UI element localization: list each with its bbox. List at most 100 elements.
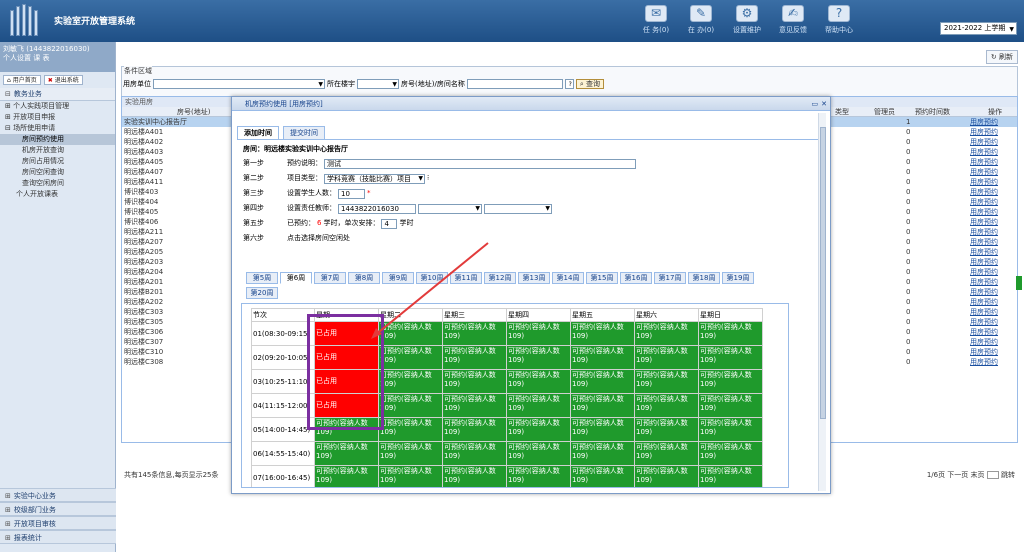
- week-tab[interactable]: 第20周: [246, 287, 278, 299]
- slot-available[interactable]: 可预约(容纳人数109): [634, 369, 699, 394]
- menu-section-dept[interactable]: ⊞ 校级部门业务: [0, 502, 116, 516]
- slot-available[interactable]: 可预约(容纳人数109): [570, 441, 635, 466]
- nav-task[interactable]: ✉ 任 务(0): [631, 5, 681, 35]
- tab-add-time[interactable]: 添加时间: [237, 126, 279, 139]
- sidebar-item-venue[interactable]: ⊟ 场所使用申请: [0, 123, 115, 134]
- teacher-input[interactable]: 1443822016030: [338, 203, 416, 214]
- sidebar-sub-lab-open[interactable]: 机房开放查询: [0, 145, 115, 156]
- home-button[interactable]: ⌂ 用户首页: [3, 75, 41, 85]
- page-input[interactable]: [986, 471, 999, 479]
- slot-available[interactable]: 可预约(容纳人数109): [634, 321, 699, 346]
- week-tab[interactable]: 第14周: [552, 272, 584, 284]
- slot-available[interactable]: 可预约(容纳人数109): [570, 321, 635, 346]
- nav-help[interactable]: ? 帮助中心: [814, 5, 864, 35]
- sidebar-sub-find-free[interactable]: 查询空闲房间: [0, 178, 115, 189]
- unit-select[interactable]: ▼: [153, 79, 325, 89]
- slot-available[interactable]: 可预约(容纳人数109): [378, 369, 443, 394]
- book-link[interactable]: 用房预约: [970, 137, 998, 147]
- slot-available[interactable]: 可预约(容纳人数109): [570, 369, 635, 394]
- book-link[interactable]: 用房预约: [970, 127, 998, 137]
- minimize-icon[interactable]: ▭: [812, 97, 819, 111]
- sidebar-sub-room-free[interactable]: 房间空闲查询: [0, 167, 115, 178]
- nav-settings[interactable]: ⚙ 设置维护: [722, 5, 772, 35]
- book-link[interactable]: 用房预约: [970, 337, 998, 347]
- help-icon[interactable]: ?: [564, 79, 574, 89]
- slot-available[interactable]: 可预约(容纳人数109): [698, 345, 763, 370]
- teacher-select-1[interactable]: ▼: [418, 203, 482, 214]
- book-link[interactable]: 用房预约: [970, 287, 998, 297]
- jump-link[interactable]: 跳转: [1001, 471, 1015, 479]
- nav-pending[interactable]: ✎ 在 办(0): [676, 5, 726, 35]
- refresh-button[interactable]: ↻ 刷新: [985, 50, 1018, 64]
- slot-available[interactable]: 可预约(容纳人数109): [378, 345, 443, 370]
- book-link[interactable]: 用房预约: [970, 217, 998, 227]
- building-select[interactable]: ▼: [357, 79, 399, 89]
- close-icon[interactable]: ✕: [821, 97, 827, 111]
- slot-available[interactable]: 可预约(容纳人数109): [506, 441, 571, 466]
- week-tab[interactable]: 第15周: [586, 272, 618, 284]
- book-link[interactable]: 用房预约: [970, 187, 998, 197]
- slot-available[interactable]: 可预约(容纳人数109): [634, 465, 699, 487]
- week-tab[interactable]: 第10周: [416, 272, 448, 284]
- book-link[interactable]: 用房预约: [970, 197, 998, 207]
- slot-available[interactable]: 可预约(容纳人数109): [698, 441, 763, 466]
- book-link[interactable]: 用房预约: [970, 147, 998, 157]
- book-link[interactable]: 用房预约: [970, 267, 998, 277]
- slot-available[interactable]: 可预约(容纳人数109): [506, 417, 571, 442]
- week-tab[interactable]: 第12周: [484, 272, 516, 284]
- user-links[interactable]: 个人设置 课 表: [3, 54, 112, 63]
- logout-button[interactable]: ✖ 退出系统: [43, 75, 83, 85]
- student-count-input[interactable]: 10: [338, 188, 365, 199]
- week-tab[interactable]: 第18周: [688, 272, 720, 284]
- tab-submit-time[interactable]: 提交时间: [283, 126, 325, 139]
- slot-available[interactable]: 可预约(容纳人数109): [442, 321, 507, 346]
- book-link[interactable]: 用房预约: [970, 327, 998, 337]
- col-admin[interactable]: 管理员: [874, 107, 895, 117]
- col-count[interactable]: 预约时间数: [915, 107, 950, 117]
- week-tab[interactable]: 第17周: [654, 272, 686, 284]
- slot-available[interactable]: 可预约(容纳人数109): [314, 465, 379, 487]
- slot-available[interactable]: 可预约(容纳人数109): [634, 345, 699, 370]
- week-tab[interactable]: 第13周: [518, 272, 550, 284]
- book-link[interactable]: 用房预约: [970, 207, 998, 217]
- slot-available[interactable]: 可预约(容纳人数109): [506, 369, 571, 394]
- sidebar-sub-room-usage[interactable]: 房间占用情况: [0, 156, 115, 167]
- nav-feedback[interactable]: ✍ 意见反馈: [768, 5, 818, 35]
- week-tab[interactable]: 第16周: [620, 272, 652, 284]
- teacher-select-2[interactable]: ▼: [484, 203, 552, 214]
- slot-available[interactable]: 可预约(容纳人数109): [378, 441, 443, 466]
- sidebar-item-practice[interactable]: ⊞ 个人实践项目管理: [0, 101, 115, 112]
- book-link[interactable]: 用房预约: [970, 117, 998, 127]
- week-tab[interactable]: 第5周: [246, 272, 278, 284]
- book-link[interactable]: 用房预约: [970, 247, 998, 257]
- slot-available[interactable]: 可预约(容纳人数109): [378, 321, 443, 346]
- slot-available[interactable]: 可预约(容纳人数109): [506, 393, 571, 418]
- book-link[interactable]: 用房预约: [970, 227, 998, 237]
- purpose-input[interactable]: 测试: [324, 158, 636, 169]
- menu-section-report[interactable]: ⊞ 报表统计: [0, 530, 116, 544]
- slot-available[interactable]: 可预约(容纳人数109): [634, 441, 699, 466]
- slot-available[interactable]: 可预约(容纳人数109): [442, 369, 507, 394]
- slot-available[interactable]: 可预约(容纳人数109): [698, 393, 763, 418]
- week-tab[interactable]: 第6周: [280, 272, 312, 284]
- project-type-select[interactable]: 学科竞赛（技能比赛）项目 ▼: [324, 173, 425, 184]
- book-link[interactable]: 用房预约: [970, 317, 998, 327]
- slot-available[interactable]: 可预约(容纳人数109): [378, 465, 443, 487]
- scrollbar-thumb[interactable]: [820, 127, 826, 419]
- slot-available[interactable]: 可预约(容纳人数109): [442, 417, 507, 442]
- sidebar-item-schedule[interactable]: 个人开放课表: [0, 189, 115, 200]
- col-op[interactable]: 操作: [988, 107, 1002, 117]
- slot-available[interactable]: 可预约(容纳人数109): [698, 369, 763, 394]
- sidebar-sub-room-booking[interactable]: 房间预约使用: [0, 134, 115, 145]
- slot-available[interactable]: 可预约(容纳人数109): [570, 465, 635, 487]
- week-tab[interactable]: 第9周: [382, 272, 414, 284]
- slot-available[interactable]: 可预约(容纳人数109): [506, 321, 571, 346]
- book-link[interactable]: 用房预约: [970, 237, 998, 247]
- slot-available[interactable]: 可预约(容纳人数109): [698, 321, 763, 346]
- pager[interactable]: 1/6页 下一页 末页 跳转: [927, 469, 1015, 481]
- slot-available[interactable]: 可预约(容纳人数109): [442, 465, 507, 487]
- week-tab[interactable]: 第19周: [722, 272, 754, 284]
- book-link[interactable]: 用房预约: [970, 307, 998, 317]
- hours-per-session-input[interactable]: 4: [381, 218, 398, 229]
- menu-section-audit[interactable]: ⊞ 开放项目审核: [0, 516, 116, 530]
